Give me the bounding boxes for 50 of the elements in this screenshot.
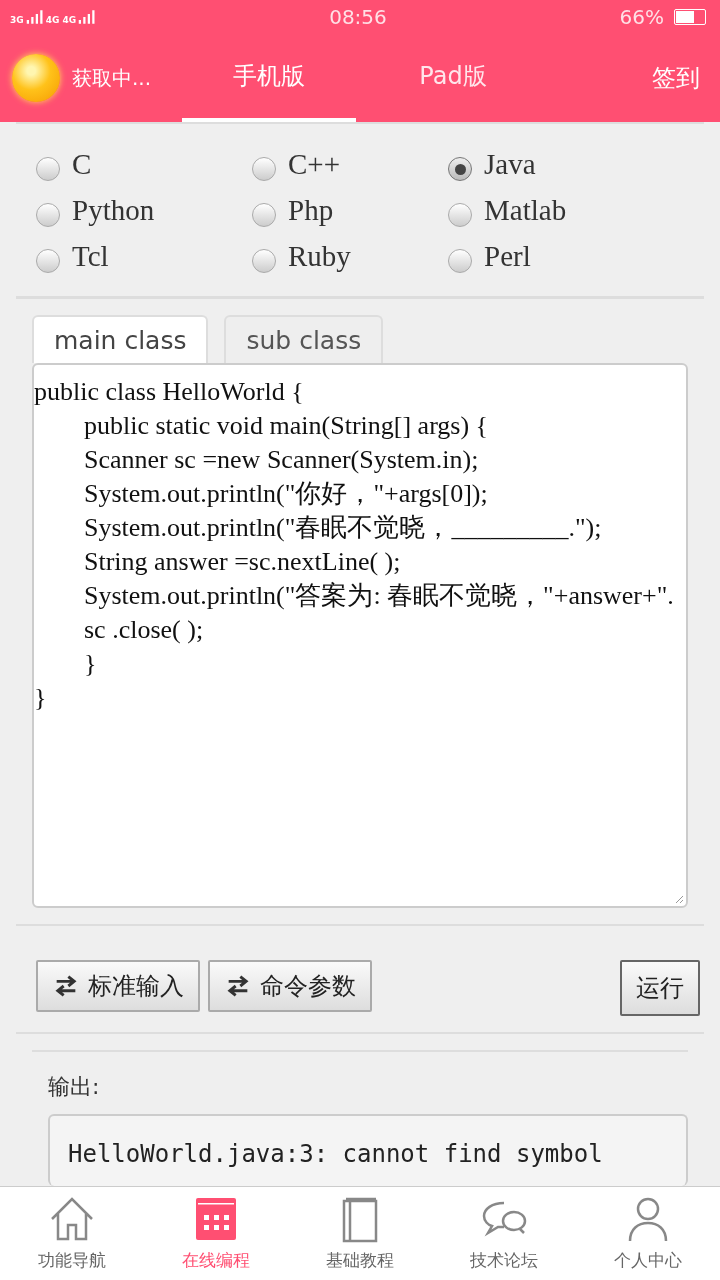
language-option[interactable]: Java <box>448 144 684 185</box>
nav-item[interactable]: 功能导航 <box>0 1187 144 1280</box>
code-line: Scanner sc =new Scanner(System.in); <box>83 444 480 477</box>
network-label: 4G 4G <box>45 15 77 26</box>
action-button[interactable]: 命令参数 <box>208 960 372 1013</box>
language-option[interactable]: Ruby <box>252 236 448 277</box>
language-option[interactable]: Tcl <box>36 236 252 277</box>
battery-icon <box>674 9 706 26</box>
battery-percent: 66% <box>619 5 664 30</box>
code-line: System.out.println("你好，"+args[0]); <box>83 478 489 511</box>
code-line: System.out.println("答案为: 春眠不觉晓，"+answer+". <box>83 580 675 613</box>
editor-tab[interactable]: sub class <box>224 315 384 364</box>
code-line: sc .close( ); <box>83 614 205 647</box>
action-button[interactable]: 标准输入 <box>36 960 200 1013</box>
radio-button[interactable] <box>448 157 472 182</box>
language-option[interactable]: Perl <box>448 236 684 277</box>
language-option[interactable]: Php <box>252 190 448 231</box>
radio-button[interactable] <box>36 203 60 228</box>
language-option[interactable]: Python <box>36 190 252 231</box>
signal-icon <box>25 9 44 26</box>
radio-button[interactable] <box>252 249 276 274</box>
code-editor[interactable] <box>32 363 688 909</box>
code-line: String answer =sc.nextLine( ); <box>83 546 402 579</box>
code-line: public static void main(String[] args) { <box>83 410 490 443</box>
editor-tab[interactable]: main class <box>32 315 209 364</box>
signal-icon <box>78 9 97 26</box>
radio-button[interactable] <box>36 249 60 274</box>
radio-button[interactable] <box>448 249 472 274</box>
resize-handle-icon[interactable] <box>674 894 684 905</box>
output-text: HelloWorld.java:3: cannot find symbol <box>68 1140 603 1169</box>
radio-button[interactable] <box>448 203 472 228</box>
nav-item[interactable]: 个人中心 <box>576 1187 720 1280</box>
radio-button[interactable] <box>252 157 276 182</box>
user-status: 获取中... <box>72 64 153 92</box>
code-line: } <box>83 648 98 681</box>
language-option[interactable]: Matlab <box>448 190 684 231</box>
avatar-orb-icon <box>12 54 60 103</box>
radio-button[interactable] <box>252 203 276 228</box>
code-line: System.out.println("春眠不觉晓，_________."); <box>83 512 603 545</box>
radio-button[interactable] <box>36 157 60 182</box>
language-option[interactable]: C <box>36 144 252 185</box>
output-label: 输出: <box>48 1074 100 1100</box>
nav-item[interactable]: 技术论坛 <box>432 1187 576 1280</box>
action-button[interactable]: 运行 <box>620 960 700 1017</box>
code-line: public class HelloWorld { <box>34 376 305 409</box>
clock: 08:56 <box>329 5 387 30</box>
language-option[interactable]: C++ <box>252 144 448 185</box>
code-line: } <box>34 682 48 715</box>
nav-item[interactable]: 基础教程 <box>288 1187 432 1280</box>
network-label: 3G <box>10 15 24 26</box>
